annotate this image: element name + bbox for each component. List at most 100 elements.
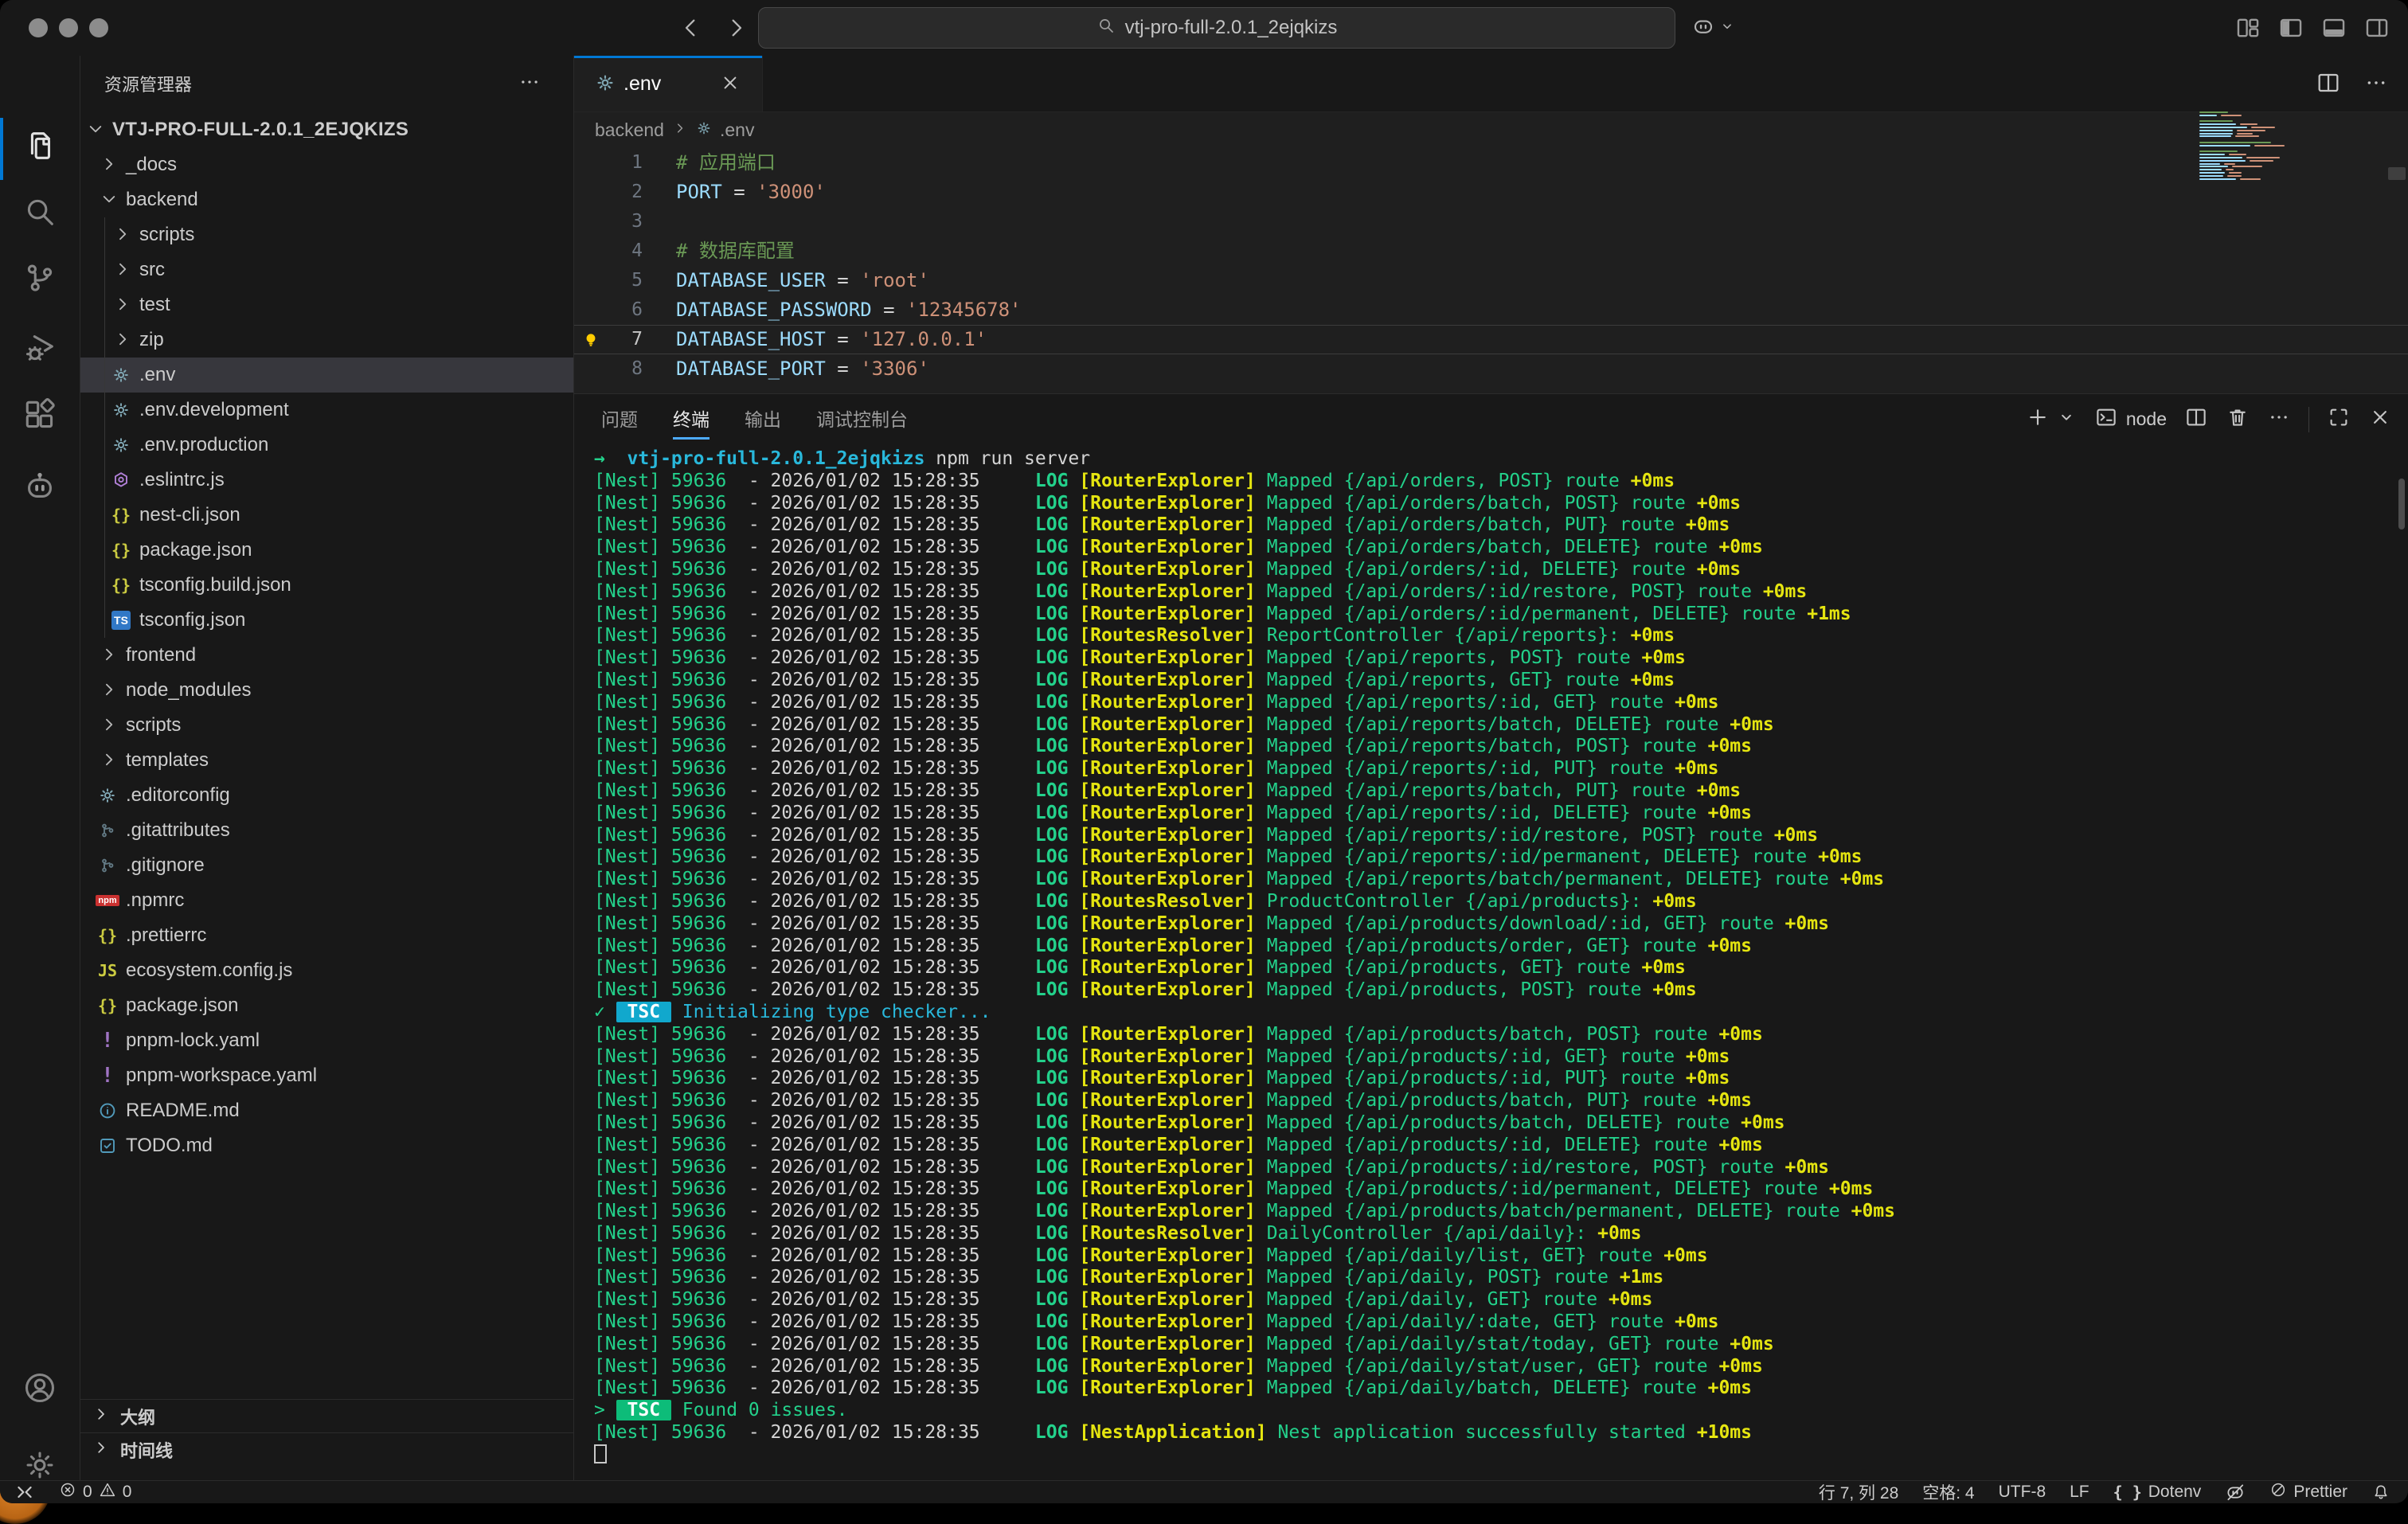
tree-item[interactable]: _docs bbox=[80, 147, 573, 182]
tree-item[interactable]: .env.development bbox=[80, 393, 573, 428]
activity-extensions[interactable] bbox=[0, 380, 80, 450]
navigate-forward-icon[interactable] bbox=[723, 15, 749, 45]
panel-tab-输出[interactable]: 输出 bbox=[745, 394, 781, 445]
language-mode[interactable]: { } Dotenv bbox=[2113, 1483, 2202, 1502]
problems-status[interactable]: 0 0 bbox=[59, 1481, 131, 1503]
tree-item[interactable]: templates bbox=[80, 743, 573, 778]
split-editor-icon[interactable] bbox=[2316, 70, 2341, 100]
tree-item[interactable]: {}.prettierrc bbox=[80, 918, 573, 953]
tab-env[interactable]: .env bbox=[574, 56, 763, 111]
tree-item[interactable]: TStsconfig.json bbox=[80, 603, 573, 638]
terminal-line: [Nest] 59636 - 2026/01/02 15:28:35 LOG [… bbox=[594, 625, 2384, 647]
activity-explorer[interactable] bbox=[0, 111, 80, 181]
minimap-slider[interactable] bbox=[2388, 167, 2406, 180]
minimap[interactable] bbox=[2199, 111, 2319, 181]
outline-section[interactable]: 大纲 bbox=[80, 1399, 573, 1432]
tree-item[interactable]: npm.npmrc bbox=[80, 883, 573, 918]
activity-run-debug[interactable] bbox=[0, 313, 80, 383]
minimize-window-button[interactable] bbox=[59, 18, 78, 37]
layout-customize-icon[interactable] bbox=[2234, 14, 2261, 41]
terminal-instance-icon[interactable] bbox=[2094, 405, 2118, 433]
toggle-panel-icon[interactable] bbox=[2320, 14, 2347, 41]
breadcrumb-folder[interactable]: backend bbox=[595, 119, 664, 141]
tree-item[interactable]: {}tsconfig.build.json bbox=[80, 568, 573, 603]
eol-sequence[interactable]: LF bbox=[2070, 1483, 2089, 1502]
panel-tab-调试控制台[interactable]: 调试控制台 bbox=[816, 394, 908, 445]
tree-item[interactable]: node_modules bbox=[80, 673, 573, 708]
bottom-panel: 问题终端输出调试控制台 node → vtj-pro-full-2.0.1_2e… bbox=[574, 393, 2408, 1481]
tree-item[interactable]: .gitignore bbox=[80, 848, 573, 883]
more-actions-icon[interactable] bbox=[2363, 70, 2389, 100]
tree-item[interactable]: test bbox=[80, 287, 573, 322]
cursor-position[interactable]: 行 7, 列 28 bbox=[1819, 1480, 1898, 1503]
more-actions-icon[interactable] bbox=[518, 70, 541, 98]
tree-item[interactable]: .gitattributes bbox=[80, 813, 573, 848]
activity-ai-chat[interactable] bbox=[0, 451, 80, 521]
tree-item[interactable]: !pnpm-lock.yaml bbox=[80, 1023, 573, 1058]
breadcrumb-file[interactable]: .env bbox=[720, 119, 754, 141]
command-center-search[interactable]: vtj-pro-full-2.0.1_2ejqkizs bbox=[758, 7, 1675, 49]
more-actions-icon[interactable] bbox=[2267, 405, 2291, 433]
tree-item[interactable]: {}nest-cli.json bbox=[80, 498, 573, 533]
tree-item[interactable]: scripts bbox=[80, 217, 573, 252]
tree-item[interactable]: src bbox=[80, 252, 573, 287]
maximize-panel-icon[interactable] bbox=[2327, 405, 2351, 433]
tree-item[interactable]: .editorconfig bbox=[80, 778, 573, 813]
copilot-menu-button[interactable] bbox=[1691, 14, 1736, 42]
tree-item[interactable]: zip bbox=[80, 322, 573, 358]
close-tab-icon[interactable] bbox=[719, 72, 741, 98]
terminal-line: [Nest] 59636 - 2026/01/02 15:28:35 LOG [… bbox=[594, 869, 2384, 891]
activity-account[interactable] bbox=[0, 1353, 80, 1423]
toggle-sidebar-right-icon[interactable] bbox=[2363, 14, 2390, 41]
tree-item[interactable]: JSecosystem.config.js bbox=[80, 953, 573, 988]
formatter-status[interactable]: Prettier bbox=[2269, 1481, 2347, 1503]
tree-item[interactable]: VTJ-PRO-FULL-2.0.1_2EJQKIZS bbox=[80, 112, 573, 147]
activity-search[interactable] bbox=[0, 177, 80, 247]
terminal-line: → vtj-pro-full-2.0.1_2ejqkizs npm run se… bbox=[594, 448, 2384, 471]
terminal-line: [Nest] 59636 - 2026/01/02 15:28:35 LOG [… bbox=[594, 1024, 2384, 1046]
toggle-sidebar-left-icon[interactable] bbox=[2277, 14, 2304, 41]
new-terminal-icon[interactable] bbox=[2026, 405, 2050, 433]
zoom-window-button[interactable] bbox=[89, 18, 108, 37]
tree-item[interactable]: TODO.md bbox=[80, 1128, 573, 1163]
tree-item[interactable]: .eslintrc.js bbox=[80, 463, 573, 498]
terminal-scrollbar[interactable] bbox=[2398, 479, 2405, 529]
terminal-line: [Nest] 59636 - 2026/01/02 15:28:35 LOG [… bbox=[594, 514, 2384, 537]
tree-item[interactable]: !pnpm-workspace.yaml bbox=[80, 1058, 573, 1093]
indentation[interactable]: 空格: 4 bbox=[1922, 1480, 1974, 1503]
terminal-instance-label[interactable]: node bbox=[2126, 408, 2167, 430]
encoding[interactable]: UTF-8 bbox=[1999, 1483, 2046, 1502]
close-panel-icon[interactable] bbox=[2368, 405, 2392, 433]
remote-indicator[interactable] bbox=[14, 1482, 35, 1503]
tree-item[interactable]: backend bbox=[80, 182, 573, 217]
gear-file-icon bbox=[595, 72, 616, 97]
kill-terminal-icon[interactable] bbox=[2226, 405, 2250, 433]
tree-item[interactable]: .env bbox=[80, 358, 573, 393]
navigate-back-icon[interactable] bbox=[678, 15, 704, 45]
breadcrumb[interactable]: backend .env bbox=[595, 111, 754, 148]
explorer-sidebar: 资源管理器 VTJ-PRO-FULL-2.0.1_2EJQKIZS_docsba… bbox=[80, 56, 574, 1481]
timeline-section[interactable]: 时间线 bbox=[80, 1432, 573, 1466]
outline-label: 大纲 bbox=[120, 1404, 155, 1429]
tree-item[interactable]: .env.production bbox=[80, 428, 573, 463]
chevron-right-icon bbox=[672, 119, 688, 141]
tree-item[interactable]: frontend bbox=[80, 638, 573, 673]
tree-item[interactable]: README.md bbox=[80, 1093, 573, 1128]
code-editor[interactable]: 1# 应用端口2PORT = '3000'34# 数据库配置5DATABASE_… bbox=[574, 148, 2408, 393]
tree-item[interactable]: {}package.json bbox=[80, 533, 573, 568]
split-terminal-icon[interactable] bbox=[2184, 405, 2208, 433]
panel-tab-问题[interactable]: 问题 bbox=[601, 394, 638, 445]
terminal-line: ✓ TSC Initializing type checker... bbox=[594, 1002, 2384, 1024]
terminal-output[interactable]: → vtj-pro-full-2.0.1_2ejqkizs npm run se… bbox=[594, 448, 2384, 1467]
tree-item[interactable]: scripts bbox=[80, 708, 573, 743]
tree-item[interactable]: {}package.json bbox=[80, 988, 573, 1023]
notifications-bell-icon[interactable] bbox=[2371, 1483, 2390, 1502]
terminal-profile-chevron-icon[interactable] bbox=[2056, 407, 2077, 432]
activity-source-control[interactable] bbox=[0, 243, 80, 313]
close-window-button[interactable] bbox=[29, 18, 48, 37]
panel-tab-终端[interactable]: 终端 bbox=[673, 394, 710, 445]
copilot-disabled-icon[interactable] bbox=[2225, 1482, 2246, 1503]
editor-actions bbox=[2316, 70, 2389, 100]
gearfile-file-icon bbox=[109, 433, 133, 457]
chevron-down-icon bbox=[99, 189, 119, 215]
